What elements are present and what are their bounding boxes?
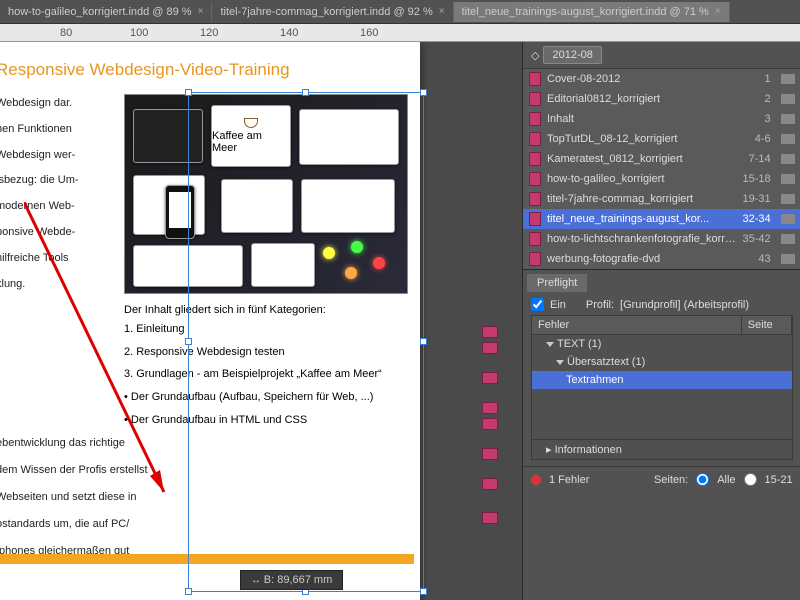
spread-icon: [781, 194, 795, 204]
page[interactable]: Responsive Webdesign-Video-Training Kaff…: [0, 42, 420, 600]
document-icon: [529, 232, 541, 246]
spread-icon: [781, 254, 795, 264]
body-text-wide: ebentwicklung das richtige dem Wissen de…: [0, 433, 160, 567]
book-doc-row[interactable]: Kameratest_0812_korrigiert7-14: [523, 149, 800, 169]
preflight-enable-checkbox[interactable]: [531, 298, 544, 311]
error-count: 1 Fehler: [549, 474, 589, 486]
spread-icon: [781, 214, 795, 224]
document-tabs: how-to-galileo_korrigiert.indd @ 89 %× t…: [0, 0, 800, 24]
spread-icon: [781, 234, 795, 244]
document-icon: [529, 72, 541, 86]
preflight-tab[interactable]: Preflight: [527, 274, 587, 292]
error-indicator-icon: [531, 475, 541, 485]
error-group-text[interactable]: TEXT (1): [532, 335, 792, 353]
size-status: ↔ B: 89,667 mm: [240, 570, 343, 590]
tab-galileo[interactable]: how-to-galileo_korrigiert.indd @ 89 %×: [0, 2, 212, 22]
document-icon: [529, 152, 541, 166]
book-doc-row[interactable]: Cover-08-20121: [523, 69, 800, 89]
document-icon: [529, 92, 541, 106]
preflight-profile[interactable]: [Grundprofil] (Arbeitsprofil): [620, 299, 749, 311]
content-list: 1. Einleitung 2. Responsive Webdesign te…: [124, 320, 410, 429]
book-doc-row[interactable]: titel-7jahre-commag_korrigiert19-31: [523, 189, 800, 209]
error-group-ubersatz[interactable]: Übersatztext (1): [532, 353, 792, 371]
spread-icon: [781, 174, 795, 184]
info-disclosure[interactable]: ▸ Informationen: [532, 439, 792, 459]
spread-icon: [781, 154, 795, 164]
book-panel-header: ◇2012-08: [523, 42, 800, 69]
book-doc-row[interactable]: werbung-fotografie-dvd43: [523, 249, 800, 269]
document-icon: [529, 112, 541, 126]
pasteboard-gutter: [462, 42, 522, 600]
book-doc-row[interactable]: how-to-galileo_korrigiert15-18: [523, 169, 800, 189]
ruler-horizontal: 80 100 120 140 160: [0, 24, 800, 42]
book-doc-row[interactable]: Inhalt3: [523, 109, 800, 129]
book-doc-row[interactable]: Editorial0812_korrigiert2: [523, 89, 800, 109]
spread-icon: [781, 74, 795, 84]
spread-icon: [781, 94, 795, 104]
close-icon[interactable]: ×: [439, 6, 445, 17]
error-item-textrahmen[interactable]: Textrahmen: [532, 371, 792, 389]
collage-image[interactable]: Kaffee am Meer: [124, 94, 408, 294]
sub-title: Der Inhalt gliedert sich in fünf Kategor…: [124, 304, 410, 316]
book-doc-row[interactable]: TopTutDL_08-12_korrigiert4-6: [523, 129, 800, 149]
book-doc-row[interactable]: titel_neue_trainings-august_kor...32-34: [523, 209, 800, 229]
tab-neue-trainings[interactable]: titel_neue_trainings-august_korrigiert.i…: [454, 2, 730, 22]
book-documents-list: Cover-08-20121Editorial0812_korrigiert2I…: [523, 69, 800, 269]
pages-all-radio[interactable]: [696, 473, 709, 486]
document-icon: [529, 132, 541, 146]
preflight-errors: Fehler Seite TEXT (1) Übersatztext (1) T…: [531, 315, 793, 460]
pages-range-radio[interactable]: [744, 473, 757, 486]
document-icon: [529, 172, 541, 186]
document-icon: [529, 212, 541, 226]
orange-bar: [0, 554, 414, 564]
spread-icon: [781, 134, 795, 144]
page-title: Responsive Webdesign-Video-Training: [0, 60, 410, 80]
canvas[interactable]: Responsive Webdesign-Video-Training Kaff…: [0, 42, 462, 600]
spread-icon: [781, 114, 795, 124]
book-name[interactable]: 2012-08: [543, 46, 601, 64]
close-icon[interactable]: ×: [198, 6, 204, 17]
book-doc-row[interactable]: how-to-lichtschrankenfotografie_korrigie…: [523, 229, 800, 249]
close-icon[interactable]: ×: [715, 6, 721, 17]
document-icon: [529, 192, 541, 206]
tab-7jahre[interactable]: titel-7jahre-commag_korrigiert.indd @ 92…: [212, 2, 453, 22]
document-icon: [529, 252, 541, 266]
body-text: Webdesign dar. hen Funktionen Webdesign …: [0, 94, 110, 300]
